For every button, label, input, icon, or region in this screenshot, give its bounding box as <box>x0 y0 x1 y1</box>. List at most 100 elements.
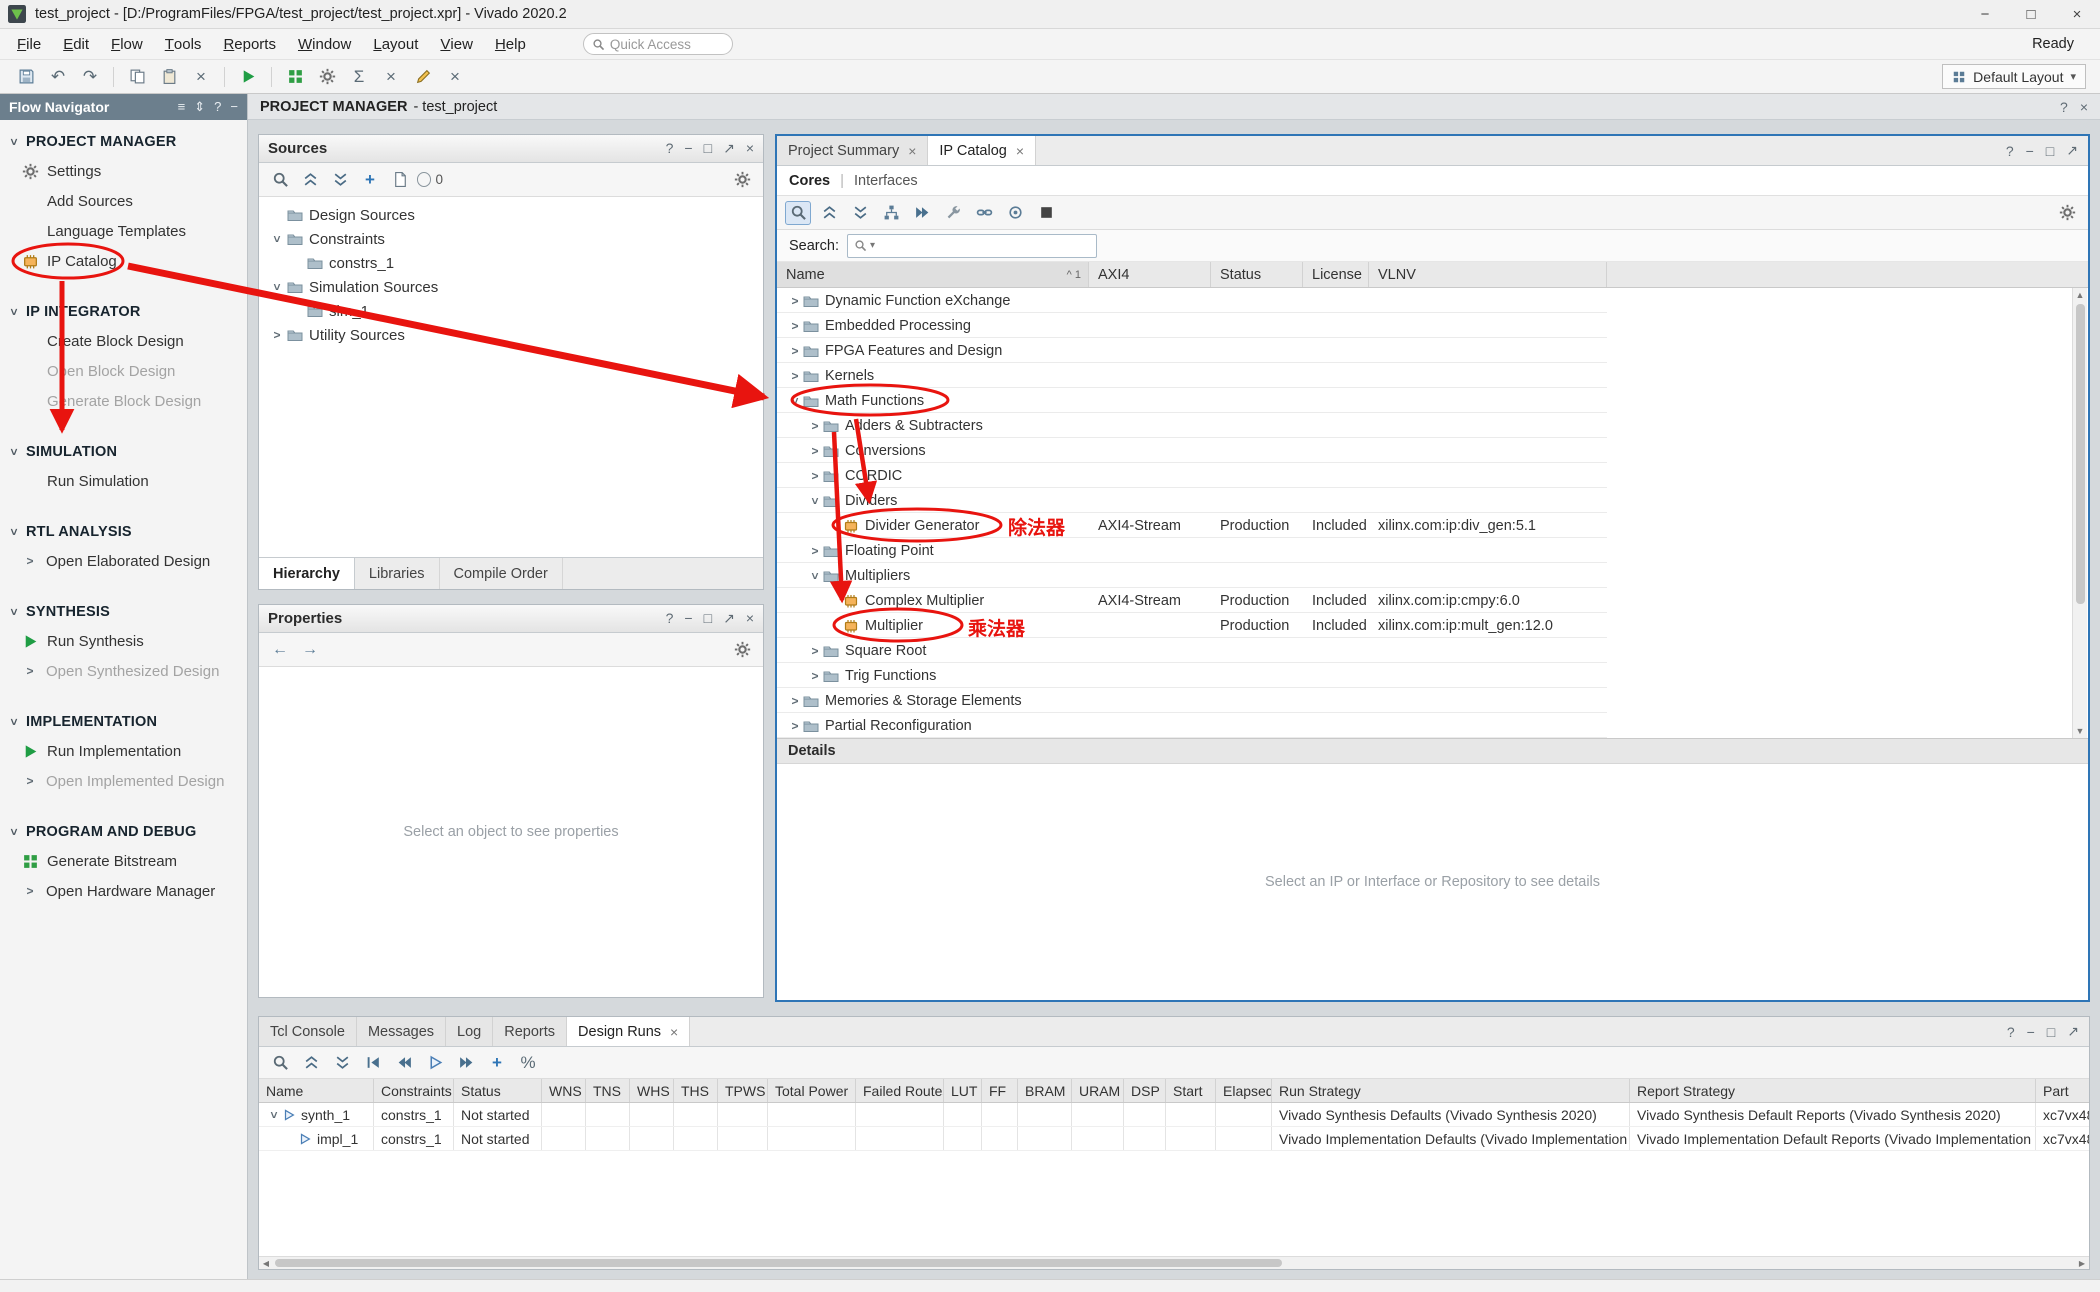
ip-category-adders-subtracters[interactable]: >Adders & Subtracters <box>777 413 2088 438</box>
open-chevron-icon[interactable]: > <box>22 555 38 567</box>
runs-column-dsp[interactable]: DSP <box>1124 1079 1166 1102</box>
runs-column-uram[interactable]: URAM <box>1072 1079 1124 1102</box>
expand-chevron-icon[interactable]: > <box>787 295 803 307</box>
float-icon[interactable]: ↗ <box>2066 142 2078 159</box>
runs-column-total-power[interactable]: Total Power <box>768 1079 856 1102</box>
menu-item-help[interactable]: Help <box>484 29 537 59</box>
runs-column-report-strategy[interactable]: Report Strategy <box>1630 1079 2036 1102</box>
fn-item-run-implementation[interactable]: Run Implementation <box>0 736 247 766</box>
quick-access-input[interactable]: Quick Access <box>583 33 733 55</box>
section-collapse-icon[interactable]: > <box>8 604 20 620</box>
section-collapse-icon[interactable]: > <box>8 714 20 730</box>
section-collapse-icon[interactable]: > <box>8 134 20 150</box>
maximize-icon[interactable]: □ <box>704 610 712 627</box>
expand-all-button[interactable] <box>329 1051 355 1075</box>
ip-search-input[interactable]: ▾ <box>847 234 1097 258</box>
panel-settings-button[interactable] <box>729 168 755 192</box>
expand-chevron-icon[interactable]: > <box>269 329 285 341</box>
add-repository-button[interactable] <box>971 201 997 225</box>
runs-column-constraints[interactable]: Constraints <box>374 1079 454 1102</box>
run-button[interactable] <box>234 64 262 90</box>
group-by-hierarchy-button[interactable] <box>878 201 904 225</box>
menu-item-view[interactable]: View <box>429 29 484 59</box>
forward-button[interactable] <box>453 1051 479 1075</box>
ip-row-complex-multiplier[interactable]: Complex MultiplierAXI4-StreamProductionI… <box>777 588 2088 613</box>
runs-column-part[interactable]: Part <box>2036 1079 2089 1102</box>
expand-chevron-icon[interactable]: > <box>787 345 803 357</box>
menu-item-layout[interactable]: Layout <box>362 29 429 59</box>
minimize-icon[interactable]: − <box>2027 1024 2035 1040</box>
column-header-axi4[interactable]: AXI4 <box>1089 262 1211 287</box>
fn-section-header-program-and-debug[interactable]: >PROGRAM AND DEBUG <box>0 818 247 846</box>
panel-settings-button[interactable] <box>2054 201 2080 225</box>
report-summary-button[interactable]: Σ <box>345 64 373 90</box>
save-button[interactable] <box>12 64 40 90</box>
cancel-button[interactable]: × <box>377 64 405 90</box>
edit-button[interactable] <box>409 64 437 90</box>
expand-chevron-icon[interactable]: > <box>787 370 803 382</box>
first-run-button[interactable] <box>360 1051 386 1075</box>
ip-category-kernels[interactable]: >Kernels <box>777 363 2088 388</box>
ip-category-multipliers[interactable]: >Multipliers <box>777 563 2088 588</box>
runs-column-status[interactable]: Status <box>454 1079 542 1102</box>
collapse-all-button[interactable] <box>298 1051 324 1075</box>
expand-chevron-icon[interactable]: > <box>809 493 821 509</box>
fn-item-create-block-design[interactable]: Create Block Design <box>0 326 247 356</box>
source-item-constraints[interactable]: >Constraints <box>259 227 763 251</box>
search-button[interactable] <box>267 1051 293 1075</box>
close-icon[interactable]: × <box>1016 143 1024 159</box>
expand-chevron-icon[interactable]: > <box>787 320 803 332</box>
bitstream-button[interactable] <box>281 64 309 90</box>
fn-section-header-synthesis[interactable]: >SYNTHESIS <box>0 598 247 626</box>
layout-selector[interactable]: Default Layout ▾ <box>1942 64 2086 89</box>
runs-column-failed-routes[interactable]: Failed Routes <box>856 1079 944 1102</box>
fn-section-header-ip-integrator[interactable]: >IP INTEGRATOR <box>0 298 247 326</box>
ip-row-divider-generator[interactable]: Divider GeneratorAXI4-StreamProductionIn… <box>777 513 2088 538</box>
ip-category-math-functions[interactable]: >Math Functions <box>777 388 2088 413</box>
launch-run-button[interactable] <box>422 1051 448 1075</box>
close-button[interactable]: × <box>2054 0 2100 28</box>
scroll-right-icon[interactable]: ▶ <box>2075 1257 2089 1269</box>
bottom-tab-tcl-console[interactable]: Tcl Console <box>259 1017 357 1046</box>
ip-category-memories-storage-elements[interactable]: >Memories & Storage Elements <box>777 688 2088 713</box>
runs-column-name[interactable]: Name <box>259 1079 374 1102</box>
ip-category-partial-reconfiguration[interactable]: >Partial Reconfiguration <box>777 713 2088 738</box>
minimize-icon[interactable]: − <box>684 610 692 627</box>
target-button[interactable] <box>1002 201 1028 225</box>
sources-tab-compile-order[interactable]: Compile Order <box>440 558 563 589</box>
maximize-button[interactable]: □ <box>2008 0 2054 28</box>
expand-chevron-icon[interactable]: > <box>807 420 823 432</box>
ip-category-dynamic-function-exchange[interactable]: >Dynamic Function eXchange <box>777 288 2088 313</box>
scroll-left-icon[interactable]: ◀ <box>259 1257 273 1269</box>
minimize-button[interactable]: − <box>1962 0 2008 28</box>
ip-category-fpga-features-and-design[interactable]: >FPGA Features and Design <box>777 338 2088 363</box>
bottom-tab-design-runs[interactable]: Design Runs× <box>567 1017 690 1046</box>
fn-item-ip-catalog[interactable]: IP Catalog <box>0 246 247 276</box>
fn-section-header-implementation[interactable]: >IMPLEMENTATION <box>0 708 247 736</box>
minimize-icon[interactable]: − <box>684 140 692 157</box>
maximize-icon[interactable]: □ <box>2046 143 2054 159</box>
scrollbar-thumb[interactable] <box>2076 304 2085 604</box>
tab-ip-catalog[interactable]: IP Catalog× <box>928 136 1036 165</box>
collapse-all-button[interactable] <box>297 168 323 192</box>
undo-button[interactable]: ↶ <box>44 64 72 90</box>
ip-category-embedded-processing[interactable]: >Embedded Processing <box>777 313 2088 338</box>
runs-column-tns[interactable]: TNS <box>586 1079 630 1102</box>
runs-column-start[interactable]: Start <box>1166 1079 1216 1102</box>
properties-doc-button[interactable] <box>387 168 413 192</box>
expand-chevron-icon[interactable]: > <box>787 695 803 707</box>
expand-chevron-icon[interactable]: > <box>787 720 803 732</box>
fn-item-language-templates[interactable]: Language Templates <box>0 216 247 246</box>
expand-chevron-icon[interactable]: > <box>807 545 823 557</box>
scroll-down-icon[interactable]: ▼ <box>2076 724 2085 738</box>
close-icon[interactable]: × <box>746 140 754 157</box>
abort-button[interactable]: × <box>441 64 469 90</box>
tab-project-summary[interactable]: Project Summary× <box>777 136 928 165</box>
close-icon[interactable]: × <box>670 1024 678 1040</box>
bottom-tab-messages[interactable]: Messages <box>357 1017 446 1046</box>
source-item-sim-1[interactable]: sim_1 <box>259 299 763 323</box>
ip-category-trig-functions[interactable]: >Trig Functions <box>777 663 2088 688</box>
bottom-tab-reports[interactable]: Reports <box>493 1017 567 1046</box>
search-button[interactable] <box>785 201 811 225</box>
help-icon[interactable]: ? <box>2007 1024 2015 1040</box>
